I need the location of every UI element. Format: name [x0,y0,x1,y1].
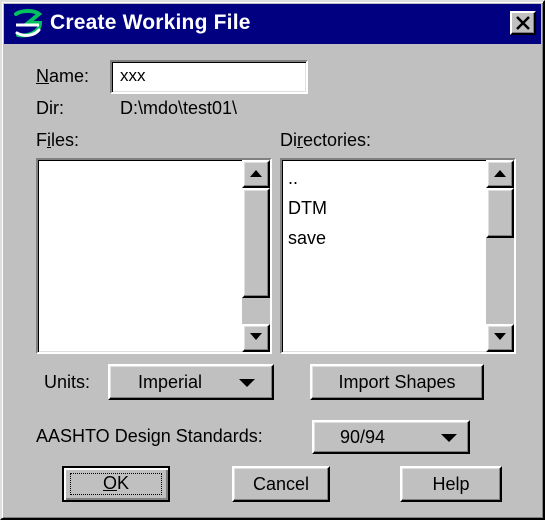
arrow-down-icon [250,333,262,340]
window-title: Create Working File [50,11,251,34]
units-dropdown[interactable]: Imperial [108,364,274,400]
directory-item-parent[interactable]: .. [288,168,298,189]
name-input-value[interactable]: xxx [120,66,146,86]
files-list[interactable] [36,158,272,354]
units-label: Units: [44,372,91,392]
directories-label: Directories: [280,130,372,150]
dir-path: D:\mdo\test01\ [120,98,238,118]
directories-scroll-down-button[interactable] [486,324,514,352]
aashto-dropdown[interactable]: 90/94 [312,420,470,454]
files-label: Files: [36,130,80,150]
dir-label: Dir: [36,98,64,118]
aashto-label: AASHTO Design Standards: [36,426,263,446]
help-button[interactable]: Help [400,466,502,502]
files-scrollbar[interactable] [242,160,270,352]
ok-button[interactable]: OK [62,466,170,502]
directory-item-save[interactable]: save [288,228,326,249]
files-scroll-thumb[interactable] [242,188,270,298]
directories-scroll-up-button[interactable] [486,160,514,188]
directories-list[interactable]: .. DTM save [280,158,516,354]
close-icon [516,16,530,30]
help-label: Help [432,474,470,494]
units-selected-value: Imperial [138,372,203,392]
directories-scroll-thumb[interactable] [486,188,514,238]
arrow-down-icon [494,333,506,340]
cancel-label: Cancel [252,474,310,494]
directories-scrollbar[interactable] [486,160,514,352]
close-button[interactable] [510,11,536,35]
import-shapes-label: Import Shapes [338,372,456,392]
files-scroll-up-button[interactable] [242,160,270,188]
ok-label: OK [102,473,130,493]
name-label: Name: [36,66,90,86]
files-scroll-down-button[interactable] [242,324,270,352]
name-field[interactable]: xxx [110,60,308,94]
arrow-up-icon [250,170,262,177]
arrow-up-icon [494,170,506,177]
chevron-down-icon [441,434,457,442]
title-bar[interactable]: Create Working File [4,4,541,44]
import-shapes-button[interactable]: Import Shapes [310,364,484,400]
cancel-button[interactable]: Cancel [232,466,330,502]
directory-item-dtm[interactable]: DTM [288,198,327,219]
chevron-down-icon [239,379,255,387]
app-logo-icon [14,9,43,38]
aashto-selected-value: 90/94 [340,427,386,447]
